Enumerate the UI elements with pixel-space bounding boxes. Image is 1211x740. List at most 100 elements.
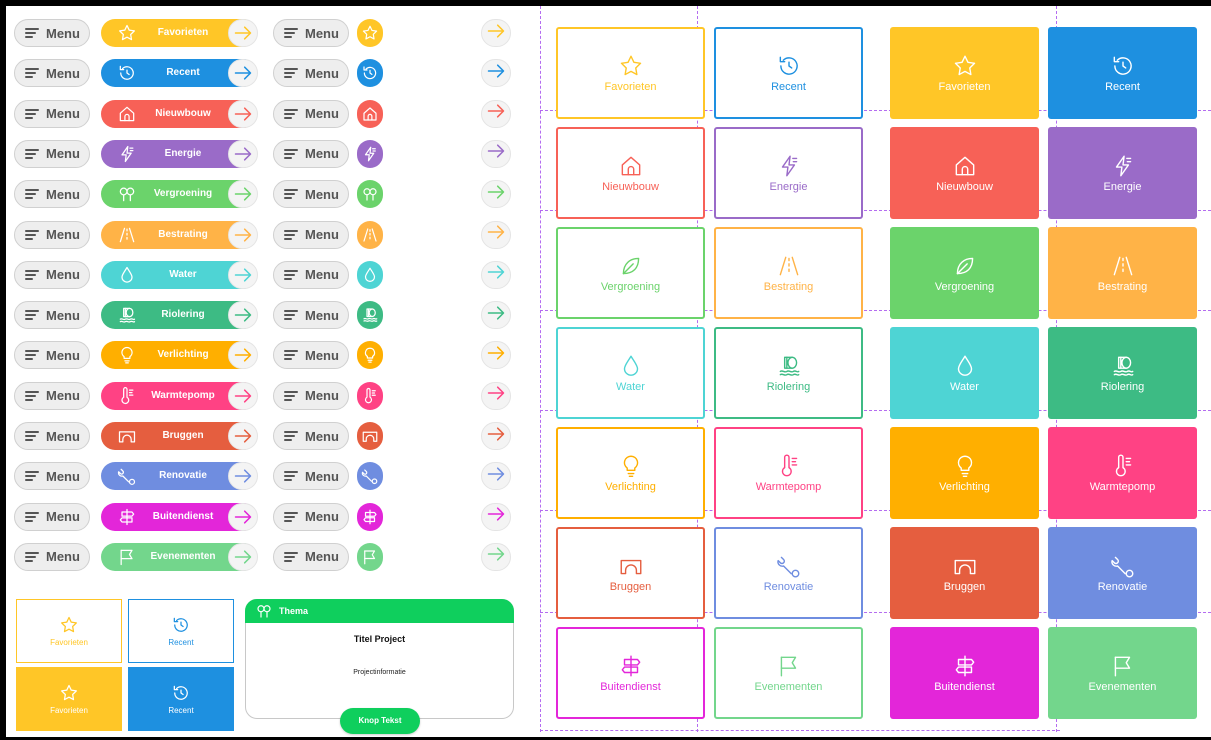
category-icon-button[interactable] <box>357 502 383 531</box>
category-pill-bestrating[interactable]: Bestrating <box>101 220 258 249</box>
tile-outline-verlichting[interactable]: Verlichting <box>556 427 705 519</box>
tile-outline-evenementen[interactable]: Evenementen <box>714 627 863 719</box>
menu-button[interactable]: Menu <box>273 99 349 128</box>
category-icon-button[interactable] <box>357 59 383 88</box>
menu-button[interactable]: Menu <box>273 301 349 330</box>
category-pill-buitendienst[interactable]: Buitendienst <box>101 502 258 531</box>
menu-button[interactable]: Menu <box>14 99 90 128</box>
category-icon-button[interactable] <box>357 422 383 450</box>
menu-button[interactable]: Menu <box>14 422 90 450</box>
tile-outline-energie[interactable]: Energie <box>714 127 863 219</box>
menu-button[interactable]: Menu <box>273 422 349 450</box>
arrow-button[interactable] <box>481 462 511 491</box>
menu-button[interactable]: Menu <box>273 19 349 47</box>
project-action-button[interactable]: Knop Tekst <box>340 708 420 734</box>
category-icon-button[interactable] <box>357 462 383 491</box>
tile-outline-bestrating[interactable]: Bestrating <box>714 227 863 319</box>
menu-button[interactable]: Menu <box>14 341 90 370</box>
arrow-button[interactable] <box>481 99 511 128</box>
menu-button[interactable]: Menu <box>273 139 349 168</box>
category-icon-button[interactable] <box>357 301 383 330</box>
menu-button[interactable]: Menu <box>14 381 90 410</box>
category-icon-button[interactable] <box>357 341 383 370</box>
menu-button[interactable]: Menu <box>14 59 90 88</box>
category-pill-water[interactable]: Water <box>101 260 258 289</box>
tile-filled-riolering[interactable]: Riolering <box>1048 327 1197 419</box>
tile-outline-warmtepomp[interactable]: Warmtepomp <box>714 427 863 519</box>
menu-button[interactable]: Menu <box>14 542 90 571</box>
arrow-button[interactable] <box>481 301 511 330</box>
category-icon-button[interactable] <box>357 99 383 128</box>
menu-button[interactable]: Menu <box>273 542 349 571</box>
category-icon-button[interactable] <box>357 139 383 168</box>
arrow-button[interactable] <box>481 220 511 249</box>
tile-filled-vergroening[interactable]: Vergroening <box>890 227 1039 319</box>
tile-filled-evenementen[interactable]: Evenementen <box>1048 627 1197 719</box>
mini-card-recent[interactable]: Recent <box>128 667 234 731</box>
category-pill-evenementen[interactable]: Evenementen <box>101 542 258 571</box>
arrow-button[interactable] <box>481 422 511 450</box>
arrow-button[interactable] <box>481 180 511 209</box>
menu-button[interactable]: Menu <box>273 180 349 209</box>
tile-outline-water[interactable]: Water <box>556 327 705 419</box>
tile-outline-riolering[interactable]: Riolering <box>714 327 863 419</box>
tile-filled-recent[interactable]: Recent <box>1048 27 1197 119</box>
tile-filled-bruggen[interactable]: Bruggen <box>890 527 1039 619</box>
tile-outline-favorieten[interactable]: Favorieten <box>556 27 705 119</box>
menu-button[interactable]: Menu <box>14 220 90 249</box>
menu-button[interactable]: Menu <box>14 19 90 47</box>
arrow-button[interactable] <box>481 341 511 370</box>
tile-filled-bestrating[interactable]: Bestrating <box>1048 227 1197 319</box>
category-pill-favorieten[interactable]: Favorieten <box>101 19 258 47</box>
tile-filled-renovatie[interactable]: Renovatie <box>1048 527 1197 619</box>
menu-button[interactable]: Menu <box>273 381 349 410</box>
menu-button[interactable]: Menu <box>14 180 90 209</box>
category-pill-vergroening[interactable]: Vergroening <box>101 180 258 209</box>
tile-outline-nieuwbouw[interactable]: Nieuwbouw <box>556 127 705 219</box>
arrow-button[interactable] <box>481 19 511 47</box>
category-pill-recent[interactable]: Recent <box>101 59 258 88</box>
tile-filled-nieuwbouw[interactable]: Nieuwbouw <box>890 127 1039 219</box>
menu-button[interactable]: Menu <box>273 260 349 289</box>
menu-button[interactable]: Menu <box>273 59 349 88</box>
menu-button[interactable]: Menu <box>273 341 349 370</box>
tile-outline-renovatie[interactable]: Renovatie <box>714 527 863 619</box>
arrow-button[interactable] <box>481 542 511 571</box>
mini-card-favorieten[interactable]: Favorieten <box>16 667 122 731</box>
category-icon-button[interactable] <box>357 260 383 289</box>
category-pill-renovatie[interactable]: Renovatie <box>101 462 258 491</box>
category-icon-button[interactable] <box>357 19 383 47</box>
category-icon-button[interactable] <box>357 542 383 571</box>
category-pill-energie[interactable]: Energie <box>101 139 258 168</box>
menu-button[interactable]: Menu <box>273 220 349 249</box>
arrow-button[interactable] <box>481 139 511 168</box>
menu-button[interactable]: Menu <box>14 502 90 531</box>
arrow-button[interactable] <box>481 381 511 410</box>
tile-outline-buitendienst[interactable]: Buitendienst <box>556 627 705 719</box>
tile-outline-bruggen[interactable]: Bruggen <box>556 527 705 619</box>
tile-filled-favorieten[interactable]: Favorieten <box>890 27 1039 119</box>
menu-button[interactable]: Menu <box>273 462 349 491</box>
mini-card-recent[interactable]: Recent <box>128 599 234 663</box>
category-icon-button[interactable] <box>357 220 383 249</box>
category-icon-button[interactable] <box>357 180 383 209</box>
arrow-button[interactable] <box>481 260 511 289</box>
menu-button[interactable]: Menu <box>14 301 90 330</box>
tile-outline-recent[interactable]: Recent <box>714 27 863 119</box>
mini-card-favorieten[interactable]: Favorieten <box>16 599 122 663</box>
menu-button[interactable]: Menu <box>14 260 90 289</box>
category-pill-verlichting[interactable]: Verlichting <box>101 341 258 370</box>
tile-filled-verlichting[interactable]: Verlichting <box>890 427 1039 519</box>
category-pill-bruggen[interactable]: Bruggen <box>101 422 258 450</box>
menu-button[interactable]: Menu <box>14 462 90 491</box>
category-pill-riolering[interactable]: Riolering <box>101 301 258 330</box>
category-icon-button[interactable] <box>357 381 383 410</box>
menu-button[interactable]: Menu <box>14 139 90 168</box>
arrow-button[interactable] <box>481 59 511 88</box>
arrow-button[interactable] <box>481 502 511 531</box>
category-pill-nieuwbouw[interactable]: Nieuwbouw <box>101 99 258 128</box>
tile-filled-water[interactable]: Water <box>890 327 1039 419</box>
menu-button[interactable]: Menu <box>273 502 349 531</box>
tile-filled-buitendienst[interactable]: Buitendienst <box>890 627 1039 719</box>
category-pill-warmtepomp[interactable]: Warmtepomp <box>101 381 258 410</box>
